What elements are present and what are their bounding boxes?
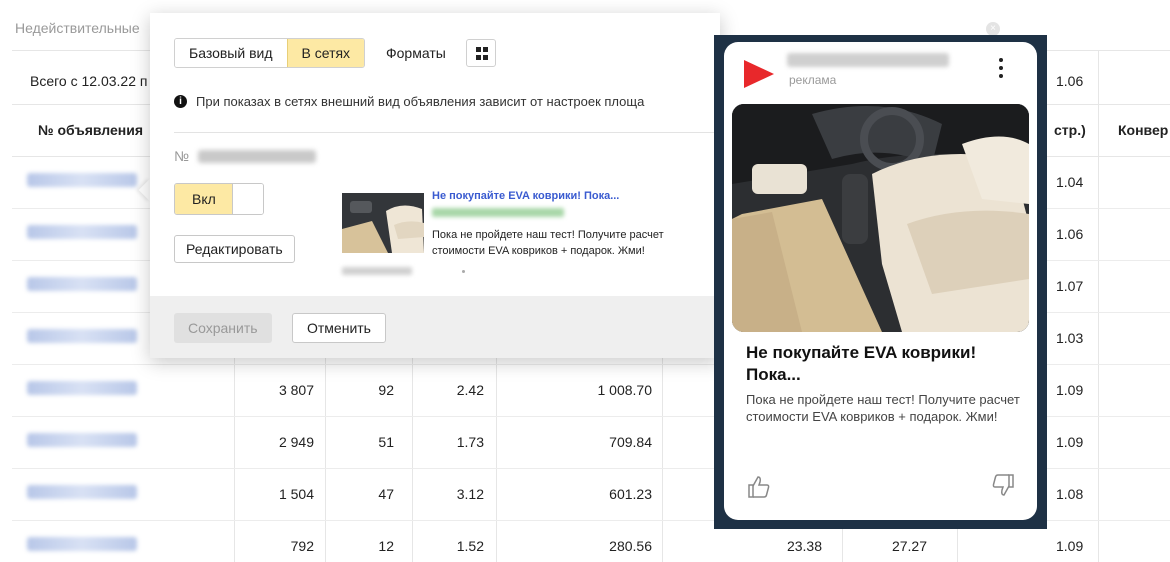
formats-button[interactable] (466, 39, 496, 67)
advertiser-name-redacted (787, 53, 949, 67)
info-icon: i (174, 95, 187, 108)
ad-id-link-redacted[interactable] (27, 381, 137, 395)
ad-id-link-redacted[interactable] (27, 173, 137, 187)
ad-image[interactable] (732, 104, 1029, 332)
view-switcher: Базовый вид В сетях (174, 38, 366, 68)
cell-ctr-right: 1.09 (1056, 538, 1084, 554)
ad-edit-popup: Базовый вид В сетях Форматы i При показа… (150, 13, 720, 358)
cell-cost: 709.84 (609, 434, 652, 450)
column-header-ad-number[interactable]: № объявления (38, 122, 143, 138)
cell-ctr-right: 1.04 (1056, 174, 1084, 190)
mini-ad-url-redacted (432, 208, 564, 217)
cell-avg: 23.38 (786, 538, 822, 554)
cell-clicks: 12 (378, 538, 394, 554)
cell-clicks: 51 (378, 434, 394, 450)
total-ctr-value: 1.06 (1056, 73, 1084, 89)
column-header-ctr[interactable]: стр.) (1054, 122, 1086, 138)
cell-ctr-right: 1.09 (1056, 434, 1084, 450)
grid-icon (476, 47, 488, 60)
column-header-conversion[interactable]: Конвер (1118, 122, 1168, 138)
ad-number-label: № (174, 148, 190, 164)
info-text: При показах в сетях внешний вид объявлен… (196, 94, 645, 109)
mini-ad-dot (462, 270, 465, 273)
cell-cost: 280.56 (609, 538, 652, 554)
ad-card-preview: реклама Не покупайте EVA коврики! Пока..… (724, 42, 1037, 520)
ad-title[interactable]: Не покупайте EVA коврики! Пока... (746, 342, 1026, 386)
cell-ctr-right: 1.08 (1056, 486, 1084, 502)
total-label: Всего с 12.03.22 п (30, 73, 148, 89)
mini-ad-text-line-1: Пока не пройдете наш тест! Получите расч… (432, 229, 664, 241)
ad-toggle[interactable]: Вкл (174, 183, 264, 215)
toggle-on-label: Вкл (175, 184, 232, 214)
cancel-button[interactable]: Отменить (292, 313, 386, 343)
save-button[interactable]: Сохранить (174, 313, 272, 343)
cell-ctr: 1.73 (456, 434, 484, 450)
thumbs-up-icon[interactable] (746, 474, 772, 500)
phone-preview-frame: реклама Не покупайте EVA коврики! Пока..… (714, 35, 1047, 529)
formats-label: Форматы (386, 45, 446, 61)
ad-tag: реклама (789, 73, 837, 87)
cell-shows: 2 949 (278, 434, 314, 450)
ad-number-redacted (198, 150, 316, 163)
popup-footer: Сохранить Отменить (150, 296, 720, 358)
info-message: i При показах в сетях внешний вид объявл… (174, 94, 644, 109)
ad-id-link-redacted[interactable] (27, 329, 137, 343)
cell-shows: 1 504 (278, 486, 314, 502)
cell-conv: 27.27 (891, 538, 927, 554)
mini-ad-text: Пока не пройдете наш тест! Получите расч… (432, 227, 664, 259)
close-icon[interactable]: × (986, 22, 1000, 36)
cell-cost: 1 008.70 (597, 382, 653, 398)
ad-id-link-redacted[interactable] (27, 225, 137, 239)
mini-ad-sub-redacted (342, 267, 412, 275)
cell-ctr-right: 1.09 (1056, 382, 1084, 398)
kebab-menu-icon[interactable] (998, 58, 1004, 80)
cell-ctr-right: 1.03 (1056, 330, 1084, 346)
tab-invalid[interactable]: Недействительные (15, 20, 140, 36)
cell-ctr: 3.12 (456, 486, 484, 502)
ad-text: Пока не пройдете наш тест! Получите расч… (746, 392, 1020, 424)
tab-networks[interactable]: В сетях (286, 39, 365, 67)
ad-id-link-redacted[interactable] (27, 433, 137, 447)
cell-shows: 792 (290, 538, 314, 554)
mini-ad-text-line-2: стоимости EVA ковриков + подарок. Жми! (432, 245, 645, 257)
ad-mini-preview: Не покупайте EVA коврики! Пока... Пока н… (342, 181, 720, 277)
ad-id-link-redacted[interactable] (27, 277, 137, 291)
ad-id-link-redacted[interactable] (27, 537, 137, 551)
edit-button[interactable]: Редактировать (174, 235, 295, 263)
cell-ctr-right: 1.06 (1056, 226, 1084, 242)
cell-cost: 601.23 (609, 486, 652, 502)
cell-ctr-right: 1.07 (1056, 278, 1084, 294)
ad-id-link-redacted[interactable] (27, 485, 137, 499)
divider (174, 132, 720, 133)
cell-ctr: 2.42 (456, 382, 484, 398)
mini-ad-title[interactable]: Не покупайте EVA коврики! Пока... (432, 190, 619, 202)
thumbs-down-icon[interactable] (990, 472, 1016, 498)
cell-clicks: 92 (378, 382, 394, 398)
cell-shows: 3 807 (278, 382, 314, 398)
mini-ad-image (342, 193, 424, 253)
brand-arrow-icon (744, 60, 774, 88)
toggle-knob[interactable] (232, 184, 263, 214)
cell-ctr: 1.52 (456, 538, 484, 554)
cell-clicks: 47 (378, 486, 394, 502)
tab-basic-view[interactable]: Базовый вид (175, 39, 287, 67)
